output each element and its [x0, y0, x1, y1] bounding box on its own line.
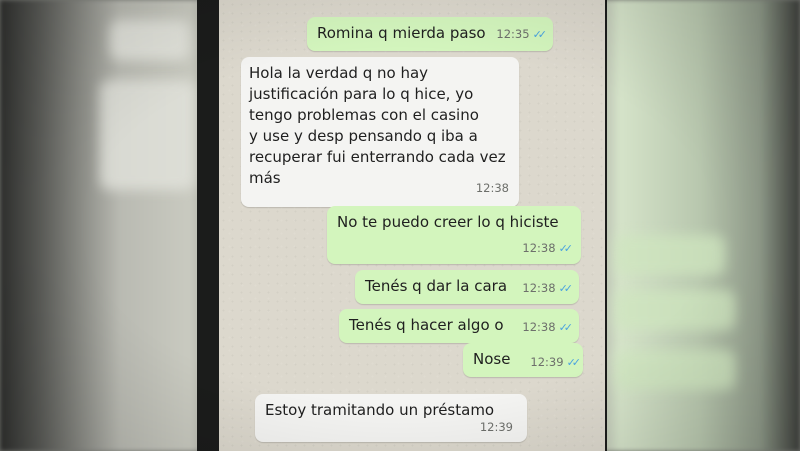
- blurred-side-bubble: [615, 290, 735, 330]
- double-check-icon: ✓✓: [558, 282, 574, 295]
- message-time: 12:39: [479, 420, 513, 434]
- double-check-icon: ✓✓: [566, 356, 582, 369]
- message-meta: 12:38 ✓✓: [522, 278, 574, 299]
- blurred-side-bubble: [615, 235, 725, 275]
- message-text: Tenés q dar la cara: [365, 277, 508, 295]
- message-text: Hola la verdad q no hay justificación pa…: [249, 64, 506, 187]
- outgoing-message[interactable]: Romina q mierda paso 12:35 ✓✓: [307, 17, 553, 51]
- chat-screen[interactable]: Romina q mierda paso 12:35 ✓✓ Hola la ver…: [219, 0, 605, 451]
- double-check-icon: ✓✓: [558, 321, 574, 334]
- outgoing-message[interactable]: Tenés q hacer algo o 12:38 ✓✓: [339, 309, 579, 343]
- message-meta: 12:38 ✓✓: [522, 317, 574, 338]
- message-text: Tenés q hacer algo o: [349, 316, 504, 334]
- outgoing-message[interactable]: Tenés q dar la cara 12:38 ✓✓: [355, 270, 579, 304]
- blurred-side-bubble: [110, 20, 190, 60]
- outgoing-message[interactable]: No te puedo creer lo q hiciste 12:38 ✓✓: [327, 206, 581, 264]
- message-text: Estoy tramitando un préstamo: [265, 401, 495, 419]
- incoming-message[interactable]: Estoy tramitando un préstamo 12:39: [255, 394, 527, 442]
- outgoing-message[interactable]: Nose 12:39 ✓✓: [463, 343, 583, 377]
- double-check-icon: ✓✓: [558, 242, 574, 255]
- incoming-message[interactable]: Hola la verdad q no hay justificación pa…: [241, 57, 519, 207]
- blurred-side-bubble: [615, 350, 735, 390]
- message-meta: 12:39 ✓✓: [530, 352, 582, 373]
- message-time: 12:38: [522, 241, 556, 255]
- double-check-icon: ✓✓: [532, 28, 548, 41]
- blurred-side-bubble: [100, 80, 195, 190]
- message-meta: 12:38 ✓✓: [522, 238, 574, 259]
- message-time: 12:35: [496, 27, 530, 41]
- message-time: 12:38: [522, 320, 556, 334]
- message-time: 12:39: [530, 355, 564, 369]
- message-text: No te puedo creer lo q hiciste: [337, 213, 559, 231]
- message-meta: 12:35 ✓✓: [496, 24, 548, 45]
- message-text: Romina q mierda paso: [317, 24, 486, 42]
- message-text: Nose: [473, 350, 511, 368]
- message-time: 12:38: [522, 281, 556, 295]
- message-time: 12:38: [475, 181, 509, 195]
- phone-frame: Romina q mierda paso 12:35 ✓✓ Hola la ver…: [197, 0, 607, 451]
